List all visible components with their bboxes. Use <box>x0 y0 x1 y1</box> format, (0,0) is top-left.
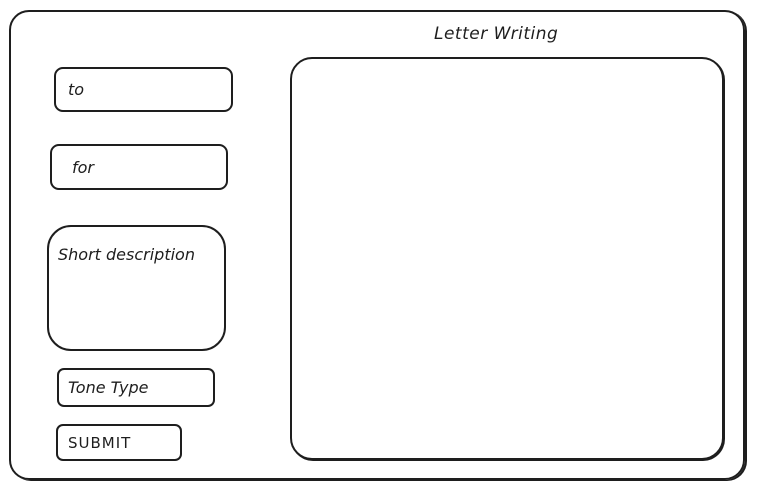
page-title: Letter Writing <box>434 24 559 44</box>
letter-output-area[interactable] <box>290 57 724 460</box>
short-description-input[interactable] <box>47 225 226 351</box>
for-input[interactable] <box>50 144 228 190</box>
tone-type-input[interactable] <box>57 368 215 407</box>
submit-button[interactable]: SUBMIT <box>56 424 182 461</box>
to-input[interactable] <box>54 67 233 112</box>
